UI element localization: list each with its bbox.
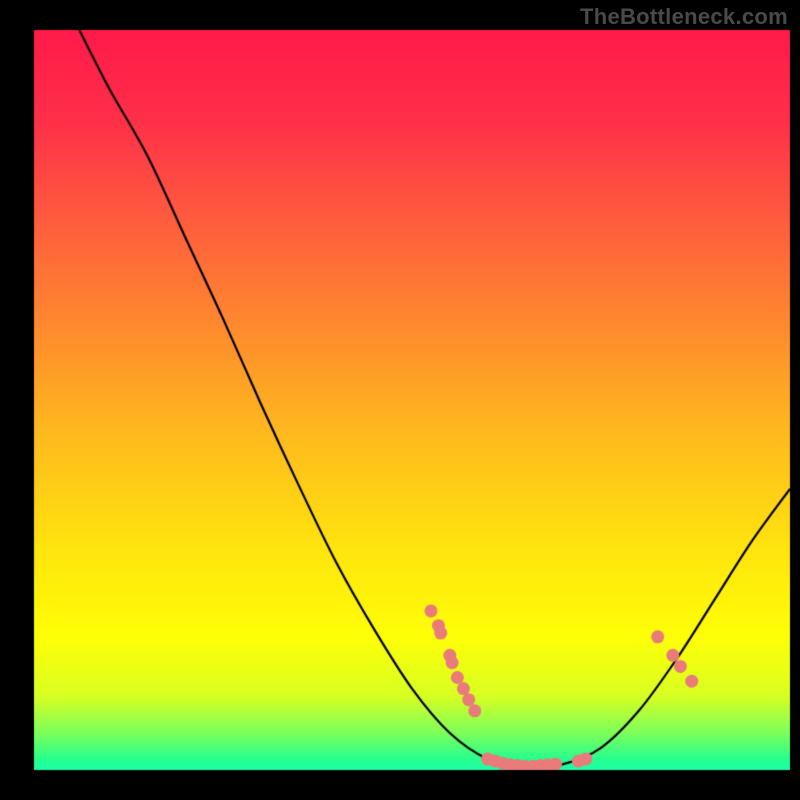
watermark-label: TheBottleneck.com bbox=[580, 4, 788, 30]
bottleneck-curve-chart bbox=[0, 0, 800, 800]
